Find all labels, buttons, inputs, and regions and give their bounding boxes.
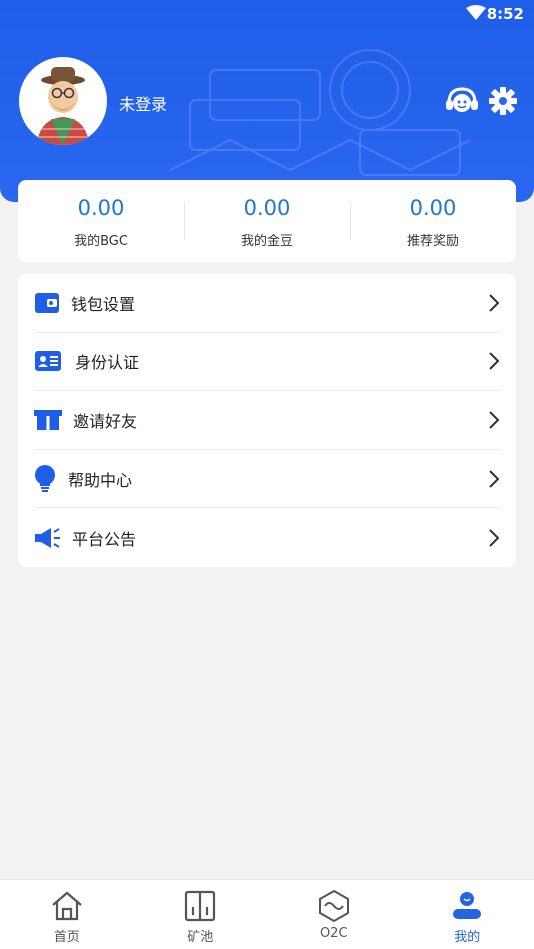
menu-item-identity-verification[interactable]: 身份认证 bbox=[34, 333, 500, 392]
stat-label: 我的BGC bbox=[74, 234, 128, 249]
menu-item-invite-friends[interactable]: 邀请好友 bbox=[34, 391, 500, 450]
gift-icon bbox=[34, 409, 62, 430]
menu-item-label: 钱包设置 bbox=[71, 294, 136, 314]
mining-pool-icon bbox=[185, 890, 216, 922]
menu-item-label: 身份认证 bbox=[75, 353, 140, 373]
menu-card: 钱包设置 身份认证 邀请好友 帮助中心 平台公告 bbox=[18, 274, 516, 567]
wallet-icon bbox=[35, 292, 59, 313]
menu-item-label: 帮助中心 bbox=[68, 470, 133, 490]
user-icon bbox=[453, 892, 482, 919]
bottom-tab-bar: 首页 矿池 O2C 我的 bbox=[0, 879, 534, 949]
lightbulb-icon bbox=[35, 464, 55, 492]
chevron-right-icon bbox=[489, 294, 500, 312]
stat-referral-reward[interactable]: 0.00 推荐奖励 bbox=[350, 180, 516, 262]
menu-item-wallet-settings[interactable]: 钱包设置 bbox=[34, 274, 500, 333]
username[interactable]: 未登录 bbox=[119, 91, 167, 115]
tab-label: 我的 bbox=[454, 930, 481, 945]
chevron-right-icon bbox=[489, 469, 500, 488]
stat-bgc[interactable]: 0.00 我的BGC bbox=[18, 180, 184, 262]
menu-item-help-center[interactable]: 帮助中心 bbox=[34, 450, 500, 509]
header-decoration bbox=[170, 49, 470, 176]
chevron-right-icon bbox=[489, 528, 500, 547]
stats-card: 0.00 我的BGC 0.00 我的金豆 0.00 推荐奖励 bbox=[18, 180, 516, 262]
stat-value: 0.00 bbox=[243, 196, 291, 220]
chevron-right-icon bbox=[489, 411, 500, 429]
exchange-icon bbox=[318, 889, 349, 923]
stat-value: 0.00 bbox=[409, 196, 457, 220]
tab-label: 矿池 bbox=[187, 930, 214, 945]
id-card-icon bbox=[35, 351, 61, 372]
tab-mining-pool[interactable]: 矿池 bbox=[134, 880, 268, 949]
stat-value: 0.00 bbox=[77, 196, 125, 220]
chevron-right-icon bbox=[489, 352, 500, 371]
stat-label: 我的金豆 bbox=[240, 234, 293, 249]
stat-label: 推荐奖励 bbox=[406, 234, 459, 249]
menu-item-platform-announcement[interactable]: 平台公告 bbox=[34, 508, 500, 567]
tab-label: O2C bbox=[319, 926, 348, 941]
avatar[interactable] bbox=[19, 57, 107, 145]
tab-o2c[interactable]: O2C bbox=[267, 880, 401, 949]
status-bar: 8:52 bbox=[0, 0, 534, 30]
stat-gold-beans[interactable]: 0.00 我的金豆 bbox=[184, 180, 350, 262]
megaphone-icon bbox=[35, 527, 60, 548]
customer-service-icon[interactable] bbox=[445, 86, 479, 116]
tab-mine[interactable]: 我的 bbox=[401, 880, 534, 949]
status-time: 8:52 bbox=[486, 5, 524, 23]
tab-home[interactable]: 首页 bbox=[0, 880, 134, 949]
tab-label: 首页 bbox=[53, 930, 80, 945]
settings-gear-icon[interactable] bbox=[488, 86, 518, 116]
home-icon bbox=[52, 891, 82, 921]
wifi-icon bbox=[466, 5, 486, 20]
menu-item-label: 平台公告 bbox=[72, 529, 137, 549]
avatar-illustration bbox=[37, 67, 89, 145]
menu-item-label: 邀请好友 bbox=[73, 411, 138, 431]
